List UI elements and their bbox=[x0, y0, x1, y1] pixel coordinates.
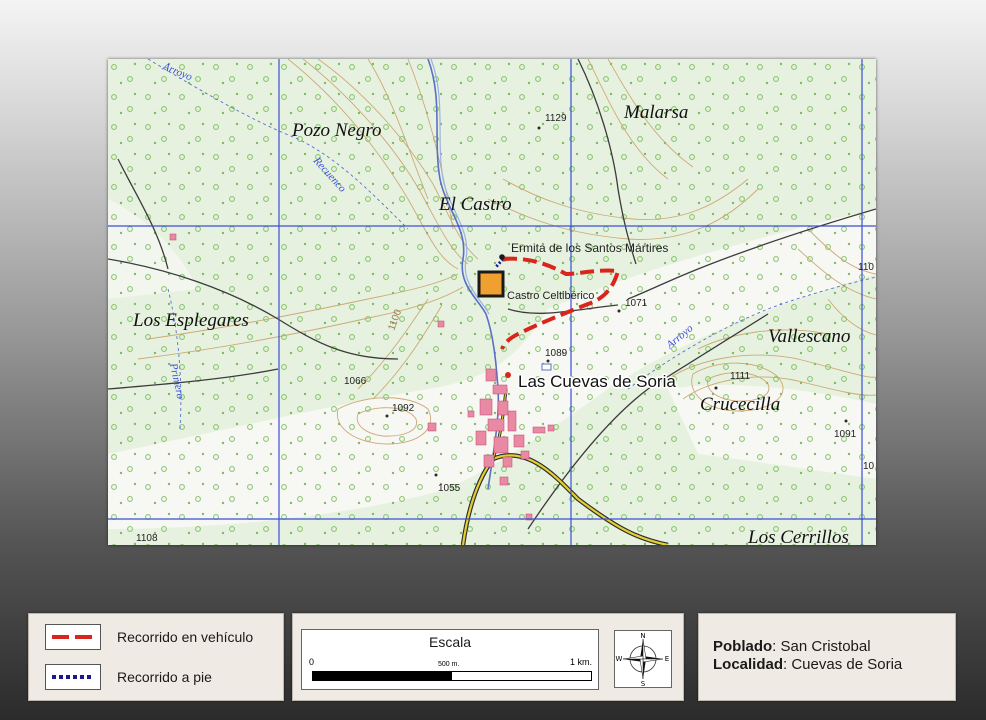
elev-1108: 1108 bbox=[136, 533, 158, 544]
info-localidad-value: : Cuevas de Soria bbox=[783, 656, 903, 673]
castro-marker[interactable] bbox=[477, 270, 505, 298]
scale-bar bbox=[312, 671, 592, 681]
scale-bar-fill bbox=[313, 672, 452, 680]
scale-start-label: 0 bbox=[309, 657, 315, 667]
elev-1092: 1092 bbox=[392, 403, 415, 414]
elev-1111: 1111 bbox=[730, 371, 750, 382]
elev-1089: 1089 bbox=[545, 348, 568, 359]
scale-mid-label: 500 m. bbox=[438, 661, 460, 668]
label-vallescano: Vallescano bbox=[768, 326, 850, 347]
map-canvas: Pozo Negro Malarsa El Castro Los Esplega… bbox=[108, 59, 876, 545]
compass-icon: N S E W bbox=[616, 632, 670, 688]
label-malarsa: Malarsa bbox=[623, 102, 688, 123]
label-crucecilla: Crucecilla bbox=[700, 394, 780, 415]
legend-row-vehicle: Recorrido en vehículo bbox=[45, 624, 253, 650]
info-poblado-value: : San Cristobal bbox=[772, 638, 871, 655]
scale-title: Escala bbox=[428, 634, 472, 650]
route-legend: Recorrido en vehículo Recorrido a pie bbox=[28, 613, 284, 701]
label-castro-celtiberico: Castro Celtibérico bbox=[507, 290, 594, 302]
elev-1129: 1129 bbox=[545, 113, 567, 124]
label-pozo-negro: Pozo Negro bbox=[291, 120, 382, 141]
info-poblado: Poblado: San Cristobal bbox=[713, 638, 871, 655]
label-los-cerrillos: Los Cerrillos bbox=[747, 527, 849, 545]
compass-e: E bbox=[665, 655, 669, 663]
location-info: Poblado: San Cristobal Localidad: Cuevas… bbox=[698, 613, 956, 701]
farm-building bbox=[169, 233, 177, 241]
elev-edge-110: 110 bbox=[858, 262, 874, 273]
label-ermita: Ermita de los Santos Mártires bbox=[511, 241, 668, 255]
compass-n: N bbox=[640, 632, 645, 640]
topographic-map[interactable]: Pozo Negro Malarsa El Castro Los Esplega… bbox=[108, 59, 876, 545]
vehicle-route-label: Recorrido en vehículo bbox=[117, 629, 254, 645]
info-localidad: Localidad: Cuevas de Soria bbox=[713, 656, 902, 673]
scale-bar-box: Escala 0 500 m. 1 km. bbox=[301, 629, 599, 690]
legend-row-foot: Recorrido a pie bbox=[45, 664, 212, 690]
elev-1055: 1055 bbox=[438, 483, 461, 494]
elev-1091: 1091 bbox=[834, 429, 857, 440]
scale-panel: Escala 0 500 m. 1 km. N S E W bbox=[292, 613, 684, 701]
water-tank-icon bbox=[541, 363, 552, 371]
label-las-cuevas-de-soria: Las Cuevas de Soria bbox=[518, 372, 676, 391]
elev-1071: 1071 bbox=[625, 298, 648, 309]
label-el-castro: El Castro bbox=[438, 194, 512, 215]
foot-route-swatch bbox=[45, 664, 101, 690]
label-los-esplegares: Los Esplegares bbox=[132, 310, 249, 331]
village-marker bbox=[505, 372, 511, 378]
ermita-marker[interactable] bbox=[499, 254, 505, 260]
elev-1066: 1066 bbox=[344, 376, 367, 387]
info-localidad-key: Localidad bbox=[713, 656, 784, 673]
compass-s: S bbox=[641, 680, 646, 687]
scale-end-label: 1 km. bbox=[570, 657, 593, 667]
vehicle-route-swatch bbox=[45, 624, 101, 650]
vegetation-symbols bbox=[108, 59, 876, 545]
elev-edge-10: 10 bbox=[863, 461, 875, 472]
info-poblado-key: Poblado bbox=[713, 638, 773, 655]
compass-rose: N S E W bbox=[614, 630, 672, 688]
poster-frame: Pozo Negro Malarsa El Castro Los Esplega… bbox=[0, 0, 986, 720]
foot-route-label: Recorrido a pie bbox=[117, 669, 212, 685]
compass-w: W bbox=[616, 655, 623, 663]
